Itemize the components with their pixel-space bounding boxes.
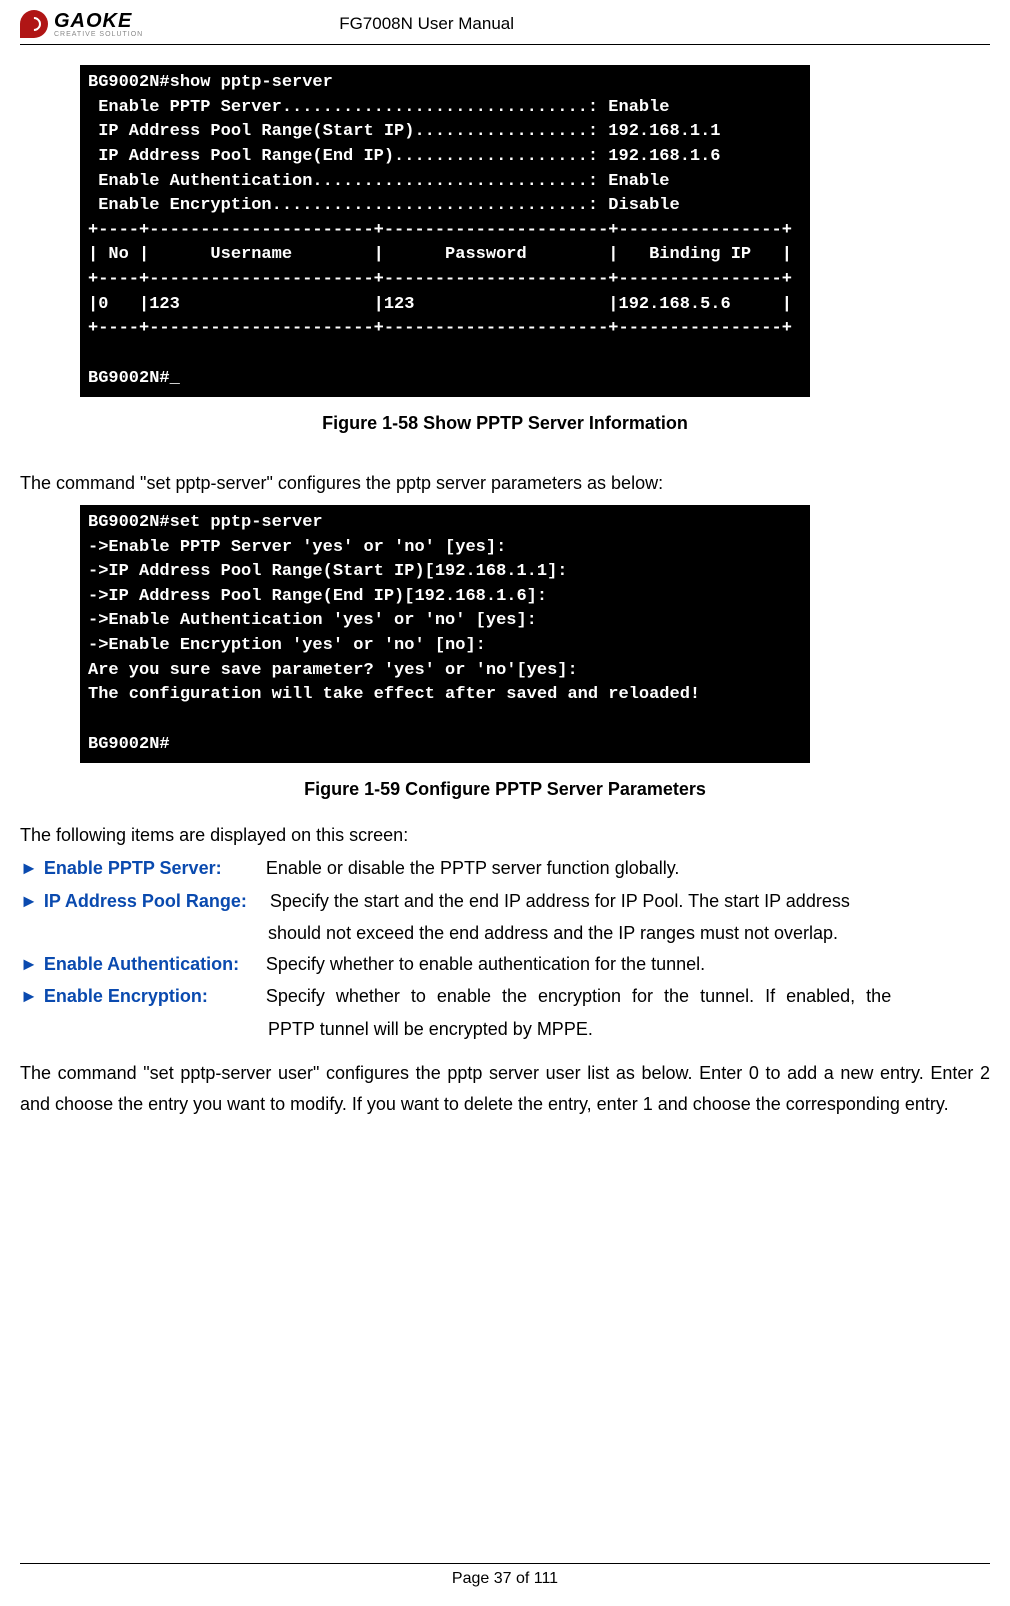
logo-icon <box>20 10 48 38</box>
bullet-icon: ► <box>20 886 38 917</box>
def-value: Specify whether to enable the encryption… <box>266 981 990 1012</box>
def-label: Enable PPTP Server: <box>44 853 266 884</box>
terminal-output-set-pptp: BG9002N#set pptp-server ->Enable PPTP Se… <box>80 505 810 763</box>
def-label: IP Address Pool Range: <box>44 886 266 917</box>
def-label: Enable Encryption: <box>44 981 266 1012</box>
figure-caption-1-59: Figure 1-59 Configure PPTP Server Parame… <box>20 779 990 800</box>
page-number: Page 37 of 111 <box>452 1570 558 1587</box>
figure-caption-1-58: Figure 1-58 Show PPTP Server Information <box>20 413 990 434</box>
def-enable-encryption: ► Enable Encryption: Specify whether to … <box>20 981 990 1012</box>
paragraph-set-pptp-user: The command "set pptp-server user" confi… <box>20 1058 990 1119</box>
def-value: Enable or disable the PPTP server functi… <box>266 853 990 884</box>
bullet-icon: ► <box>20 853 38 884</box>
def-ip-address-pool-range: ► IP Address Pool Range: Specify the sta… <box>20 886 990 917</box>
page-header: GAOKE CREATIVE SOLUTION FG7008N User Man… <box>20 10 990 45</box>
bullet-icon: ► <box>20 949 38 980</box>
items-intro: The following items are displayed on thi… <box>20 820 990 851</box>
page-footer: Page 37 of 111 <box>0 1563 1010 1588</box>
intro-set-pptp-server: The command "set pptp-server" configures… <box>20 468 990 499</box>
def-value-continued: PPTP tunnel will be encrypted by MPPE. <box>268 1014 990 1045</box>
bullet-icon: ► <box>20 981 38 1012</box>
def-enable-pptp-server: ► Enable PPTP Server: Enable or disable … <box>20 853 990 884</box>
terminal-output-show-pptp: BG9002N#show pptp-server Enable PPTP Ser… <box>80 65 810 397</box>
def-value-continued: should not exceed the end address and th… <box>268 918 990 949</box>
document-title: FG7008N User Manual <box>3 14 850 34</box>
def-label: Enable Authentication: <box>44 949 266 980</box>
def-value: Specify the start and the end IP address… <box>270 886 990 917</box>
def-value: Specify whether to enable authentication… <box>266 949 990 980</box>
def-enable-authentication: ► Enable Authentication: Specify whether… <box>20 949 990 980</box>
